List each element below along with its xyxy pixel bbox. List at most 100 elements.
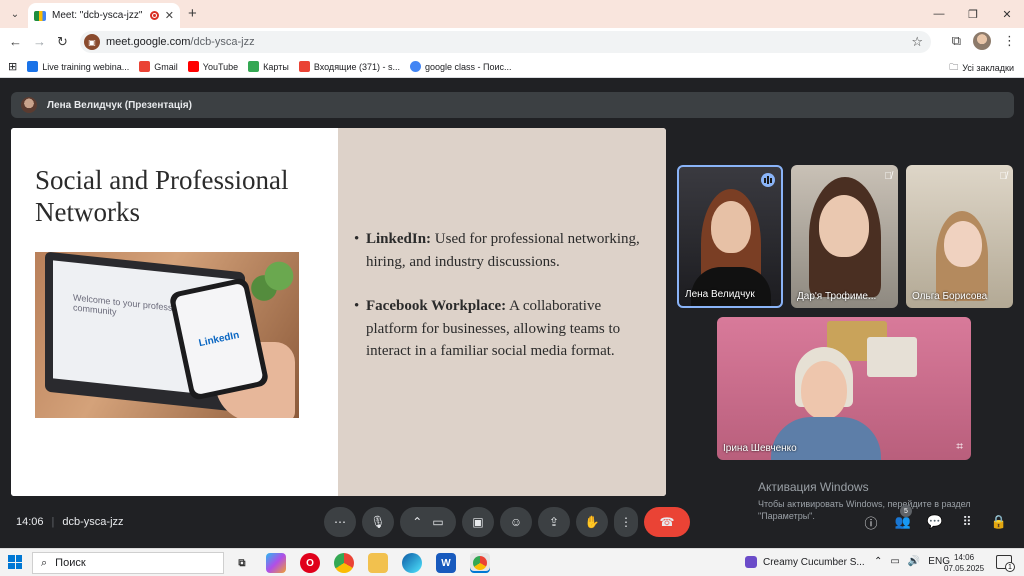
bookmarks-bar: ⊞ Live training webina... Gmail YouTube … — [0, 56, 1024, 78]
linkedin-logo: LinkedIn — [197, 329, 241, 349]
all-bookmarks[interactable]: 🗀 Усі закладки — [949, 60, 1014, 76]
call-controls: ⋯ 🎙 ⌃ ▭ ▣ ☺ ⇪ ✋ ⋮ ☎ — [324, 507, 690, 537]
participant-name: Ірина Шевченко — [723, 443, 797, 454]
more-vertical-icon: ⋮ — [620, 515, 632, 529]
camera-button[interactable]: ⌃ ▭ — [400, 507, 456, 537]
minimize-button[interactable]: — — [922, 0, 956, 28]
plant-image — [249, 252, 299, 312]
meeting-details-button[interactable]: ⓘ — [862, 513, 880, 531]
bookmark-maps[interactable]: Карты — [248, 61, 289, 72]
more-options-button[interactable]: ⋮ — [614, 507, 638, 537]
present-icon: ⇪ — [548, 515, 560, 529]
participant-face — [944, 221, 982, 267]
mic-off-icon: 🎙̸ — [884, 171, 893, 182]
participant-tile-darya[interactable]: 🎙̸ Дар'я Трофиме... — [791, 165, 898, 308]
people-count-badge: 5 — [900, 505, 912, 517]
url-host: meet.google.com — [106, 36, 191, 48]
word-icon[interactable]: W — [436, 553, 456, 573]
participant-tile-lena[interactable]: Лена Велидчук — [677, 165, 783, 308]
presenter-avatar — [21, 97, 37, 113]
raise-hand-button[interactable]: ✋ — [576, 507, 608, 537]
network-icon[interactable]: ▭ — [890, 556, 899, 567]
activation-title: Активация Windows — [758, 480, 869, 494]
bookmark-label: Карты — [263, 61, 289, 72]
bookmark-gmail[interactable]: Gmail — [139, 61, 178, 72]
present-button[interactable]: ⇪ — [538, 507, 570, 537]
profile-avatar[interactable] — [973, 32, 991, 50]
close-window-button[interactable]: ✕ — [990, 0, 1024, 28]
media-app-icon — [745, 556, 757, 568]
apps-grid-icon[interactable]: ⊞ — [8, 60, 17, 73]
hand-icon: ✋ — [584, 515, 600, 529]
more-reactions-button[interactable]: ⋯ — [324, 507, 356, 537]
volume-icon[interactable]: 🔊 — [908, 556, 920, 567]
edge-icon[interactable] — [402, 553, 422, 573]
tab-title: Meet: "dcb-ysca-jzz" — [52, 10, 143, 21]
bookmark-google-class[interactable]: google class - Поис... — [410, 61, 512, 72]
wall-picture — [867, 337, 917, 377]
tab-search-button[interactable]: ⌄ — [6, 5, 24, 23]
taskbar-apps: ⧉ O W — [232, 553, 490, 573]
back-button[interactable]: ← — [9, 34, 22, 49]
chat-button[interactable]: 💬 — [926, 513, 944, 531]
slide-title: Social and Professional Networks — [35, 164, 325, 228]
task-view-icon[interactable]: ⧉ — [232, 553, 252, 573]
site-info-icon[interactable]: ▣ — [84, 34, 100, 50]
bookmark-star-icon[interactable]: ☆ — [911, 34, 923, 50]
tray-chevron-icon[interactable]: ⌃ — [874, 556, 882, 567]
chrome-active-icon[interactable] — [470, 553, 490, 573]
bookmark-label: YouTube — [202, 61, 239, 72]
end-call-button[interactable]: ☎ — [644, 507, 690, 537]
presenter-bar: Лена Велидчук (Презентація) — [11, 92, 1014, 118]
menu-kebab-icon[interactable]: ⋮ — [1003, 33, 1016, 49]
activities-button[interactable]: ⠿ — [958, 513, 976, 531]
window-controls: — ❐ ✕ — [922, 0, 1024, 28]
taskbar-search[interactable]: ⌕ Поиск — [32, 552, 224, 574]
participant-face — [801, 361, 847, 419]
microphone-button[interactable]: 🎙 — [362, 507, 394, 537]
slide-left-panel: Social and Professional Networks Welcome… — [11, 128, 338, 496]
close-tab-button[interactable]: ✕ — [165, 9, 174, 22]
all-bookmarks-label: Усі закладки — [962, 63, 1014, 73]
bullet-term: LinkedIn: — [366, 231, 432, 247]
chevron-up-icon[interactable]: ⌃ — [412, 515, 422, 529]
gmail-icon — [139, 61, 151, 72]
emoji-button[interactable]: ☺ — [500, 507, 532, 537]
meet-side-actions: ⓘ 👥 5 💬 ⠿ 🔒 — [862, 505, 1008, 531]
meet-stage: Лена Велидчук (Презентація) Social and P… — [0, 79, 1024, 548]
reload-button[interactable]: ↻ — [57, 34, 68, 50]
chrome-icon[interactable] — [334, 553, 354, 573]
host-controls-button[interactable]: 🔒 — [990, 513, 1008, 531]
bookmark-inbox[interactable]: Входящие (371) - s... — [298, 61, 401, 72]
bullet-linkedin: LinkedIn: Used for professional networki… — [354, 228, 644, 273]
bookmark-youtube[interactable]: YouTube — [187, 61, 239, 72]
captions-button[interactable]: ▣ — [462, 507, 494, 537]
bookmark-label: Входящие (371) - s... — [313, 61, 401, 72]
google-meet-icon — [34, 10, 46, 21]
recording-icon — [149, 11, 159, 20]
new-tab-button[interactable]: + — [188, 5, 197, 22]
participant-tile-olga[interactable]: 🎙̸ Ольга Борисова — [906, 165, 1013, 308]
address-bar[interactable]: ▣ meet.google.com/dcb-ysca-jzz ☆ — [80, 31, 931, 53]
opera-icon[interactable]: O — [300, 553, 320, 573]
taskbar-clock[interactable]: 14:06 07.05.2025 — [944, 552, 984, 574]
pin-icon[interactable]: ⌗ — [956, 439, 963, 454]
meeting-info: 14:06 | dcb-ysca-jzz — [16, 516, 124, 528]
toolbar-right: ⧉ ⋮ — [952, 32, 1016, 50]
url-text: meet.google.com/dcb-ysca-jzz — [106, 36, 255, 48]
forward-button[interactable]: → — [33, 34, 46, 49]
copilot-icon[interactable] — [266, 553, 286, 573]
participant-tile-iryna[interactable]: ⌗ Ірина Шевченко — [717, 317, 971, 460]
clock-date: 07.05.2025 — [944, 564, 985, 573]
extensions-icon[interactable]: ⧉ — [952, 33, 961, 49]
people-button[interactable]: 👥 5 — [894, 505, 912, 531]
media-widget[interactable]: Creamy Cucumber S... — [745, 556, 865, 568]
file-explorer-icon[interactable] — [368, 553, 388, 573]
notification-center-icon[interactable]: 1 — [996, 555, 1015, 572]
bookmark-live-training[interactable]: Live training webina... — [27, 61, 129, 72]
tab-meet[interactable]: Meet: "dcb-ysca-jzz" ✕ — [28, 3, 180, 28]
folder-icon: 🗀 — [949, 62, 959, 72]
maximize-button[interactable]: ❐ — [956, 0, 990, 28]
linkedin-photo: Welcome to your professional community L… — [35, 252, 299, 418]
windows-start-icon[interactable] — [8, 555, 22, 569]
